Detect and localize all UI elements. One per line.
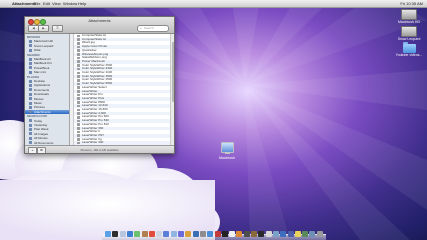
vertical-scrollbar[interactable] (170, 34, 174, 145)
downloads-stack-icon[interactable] (309, 231, 316, 237)
photo-booth-icon[interactable] (214, 231, 221, 237)
terminal-icon[interactable] (221, 231, 228, 237)
hard-drive-icon (401, 26, 417, 37)
desktop-icon-label: Youtube videos... (395, 53, 423, 57)
itunes-icon[interactable] (163, 231, 170, 237)
sidebar-item-icon (29, 57, 32, 61)
ical-icon[interactable] (148, 231, 155, 237)
desktop-icon-youtube-videos[interactable]: Youtube videos... (392, 42, 426, 57)
status-text: 30 items, 182.4 GB available (80, 148, 119, 152)
menu-window[interactable]: Window (63, 0, 77, 7)
image-capture-icon[interactable] (272, 231, 279, 237)
window-title: Attachments (88, 18, 111, 23)
grapher-icon[interactable] (302, 231, 309, 237)
quicktime-icon[interactable] (280, 231, 287, 237)
sidebar-item-icon (29, 79, 32, 83)
menu-help[interactable]: Help (78, 0, 86, 7)
calculator-icon[interactable] (236, 231, 243, 237)
sidebar-item-icon (29, 110, 32, 114)
mail-icon[interactable] (119, 231, 126, 237)
system-preferences-icon[interactable] (199, 231, 206, 237)
sidebar-item-icon (29, 132, 32, 136)
file-list: ComputerStats.txt ComputerStats.txt iMac2.… (74, 34, 170, 145)
sidebar-item-icon (29, 101, 32, 105)
finder-window[interactable]: Attachments ◀ ▶ ☰ ⌕ Search DEVICES Macint… (24, 16, 175, 154)
menubar-clock[interactable]: Fri 10:35 AM (400, 0, 423, 7)
spaces-icon[interactable] (287, 231, 294, 237)
menu-file[interactable]: File (34, 0, 40, 7)
dashboard-icon[interactable] (112, 231, 119, 237)
garageband-icon[interactable] (185, 231, 192, 237)
sidebar-item-icon (29, 136, 32, 140)
dock (102, 230, 326, 240)
finder-icon[interactable] (105, 231, 111, 237)
address-book-icon[interactable] (141, 231, 148, 237)
desktop-icon-label: Snow Leopard (397, 37, 421, 41)
sidebar-item-icon (29, 61, 32, 65)
sidebar-item-icon (29, 97, 32, 101)
search-placeholder: Search (144, 26, 154, 30)
desktop-icon-macintosh-hd[interactable]: Macintosh HD (392, 9, 426, 24)
imovie-icon[interactable] (178, 231, 184, 237)
sidebar-item-icon (29, 141, 32, 145)
desktop-icon-snow-leopard[interactable]: Snow Leopard (392, 26, 426, 41)
stickies-icon[interactable] (294, 231, 301, 237)
app-store-icon[interactable] (207, 231, 214, 237)
ichat-icon[interactable] (134, 231, 141, 237)
sidebar-item-icon (29, 70, 32, 74)
menu-bar: Attachments File Edit View Window Help F… (0, 0, 427, 8)
sidebar-item-icon (29, 66, 32, 70)
search-icon: ⌕ (140, 26, 142, 30)
desktop-icon-label: Macintosh (219, 156, 235, 160)
activity-monitor-icon[interactable] (243, 231, 250, 237)
folder-icon (402, 42, 416, 53)
sidebar-item-icon (29, 123, 32, 127)
safari-icon[interactable] (126, 231, 133, 237)
view-mode-button[interactable]: ☰ (52, 25, 63, 32)
imac-icon (220, 142, 234, 154)
menu-edit[interactable]: Edit (43, 0, 50, 7)
sidebar-item-icon (29, 44, 32, 48)
forward-button[interactable]: ▶ (38, 25, 49, 32)
hard-drive-icon (401, 9, 417, 20)
sidebar-item-icon (29, 105, 32, 109)
desktop[interactable]: Attachments File Edit View Window Help F… (0, 0, 427, 240)
iphoto-icon[interactable] (170, 231, 177, 237)
scrollbar-thumb[interactable] (171, 42, 174, 102)
window-titlebar[interactable]: Attachments ◀ ▶ ☰ ⌕ Search (25, 17, 174, 34)
trash-icon[interactable] (316, 231, 323, 237)
preview-icon[interactable] (156, 231, 163, 237)
sidebar-item-icon (29, 39, 32, 43)
chess-icon[interactable] (251, 231, 257, 237)
desktop-icon-macintosh[interactable]: Macintosh (210, 142, 244, 160)
menu-view[interactable]: View (52, 0, 61, 7)
sidebar-item-icon (29, 83, 32, 87)
desktop-icon-label: Macintosh HD (398, 20, 420, 24)
status-bar: + ⚙ 30 items, 182.4 GB available (25, 145, 174, 153)
sidebar-item-icon (29, 88, 32, 92)
sidebar-item-icon (29, 119, 32, 123)
sidebar-item-icon (29, 48, 32, 52)
dvd-player-icon[interactable] (258, 231, 265, 237)
finder-sidebar: DEVICES Macintosh HD Snow Leopard iDisk SHAR… (25, 34, 70, 145)
font-book-icon[interactable] (265, 231, 272, 237)
time-machine-icon[interactable] (192, 231, 199, 237)
textedit-icon[interactable] (229, 231, 236, 237)
sidebar-item-icon (29, 92, 32, 96)
search-field[interactable]: ⌕ Search (137, 25, 169, 32)
sidebar-item-icon (29, 127, 32, 131)
menu-app-name[interactable]: Attachments (12, 0, 36, 7)
